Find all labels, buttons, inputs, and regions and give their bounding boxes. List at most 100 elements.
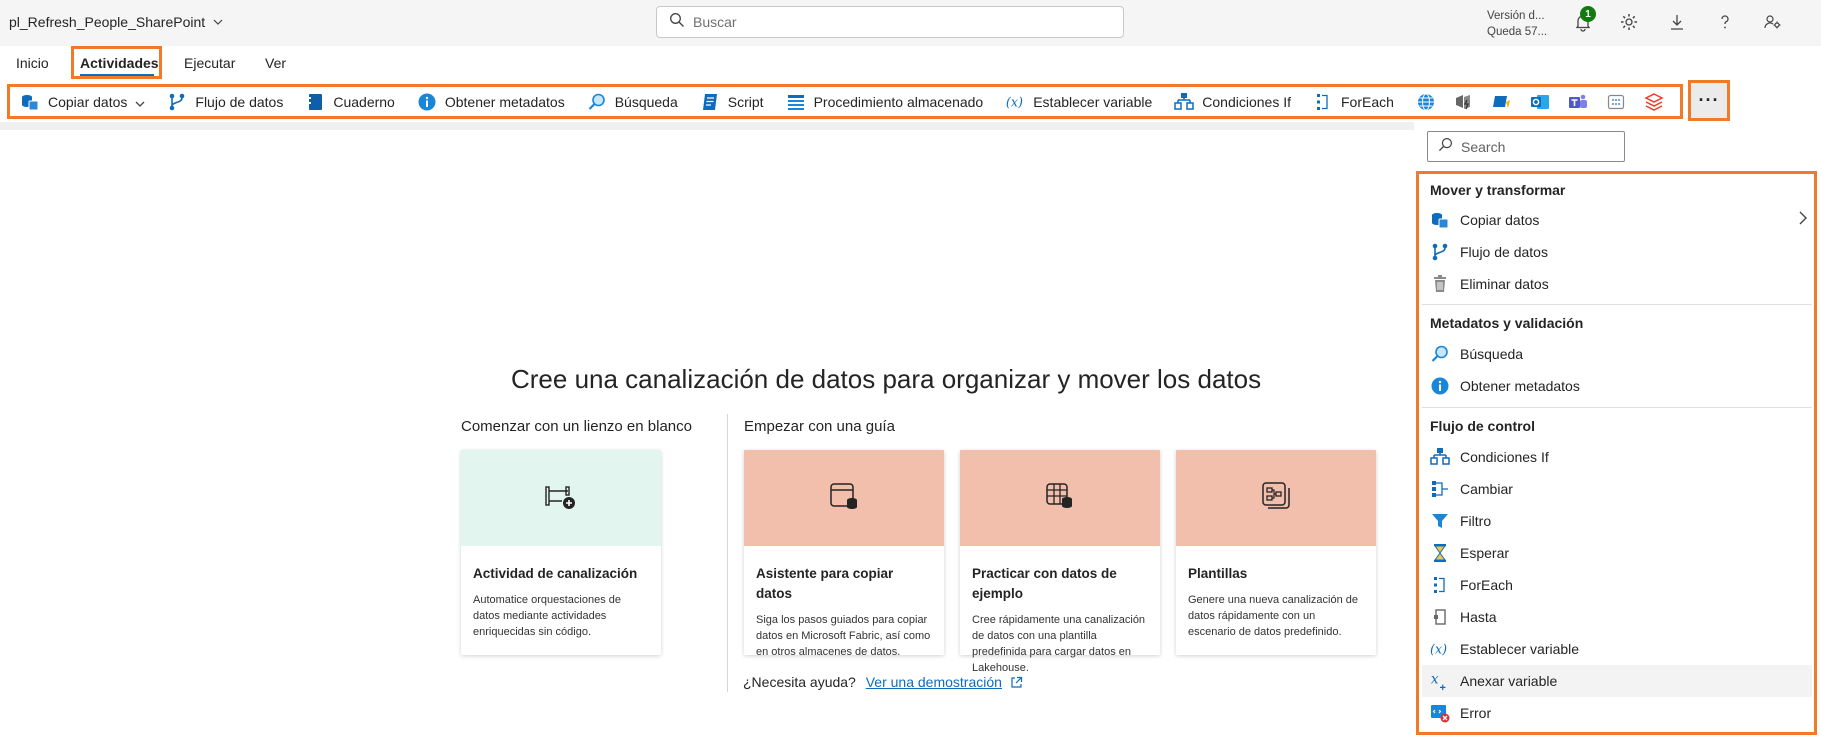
group-separator bbox=[1422, 304, 1812, 305]
pane-item-label: Condiciones If bbox=[1460, 449, 1549, 465]
card-sample-data[interactable]: Practicar con datos de ejemplo Cree rápi… bbox=[960, 450, 1160, 674]
pipeline-title[interactable]: pl_Refresh_People_SharePoint bbox=[9, 14, 223, 30]
demo-link[interactable]: Ver una demostración bbox=[866, 674, 1002, 690]
toolbar-if-condition[interactable]: Condiciones If bbox=[1174, 92, 1291, 112]
card-art bbox=[744, 450, 944, 546]
lookup-icon bbox=[1430, 344, 1450, 364]
pane-item-label: Obtener metadatos bbox=[1460, 378, 1580, 394]
pipeline-title-text: pl_Refresh_People_SharePoint bbox=[9, 14, 206, 30]
toolbar-script-label: Script bbox=[727, 93, 764, 110]
toolbar-stored-procedure[interactable]: Procedimiento almacenado bbox=[786, 92, 984, 112]
activities-search-input[interactable] bbox=[1461, 138, 1611, 155]
hourglass-icon bbox=[1430, 543, 1450, 563]
version-info[interactable]: Versión d... Queda 57... bbox=[1487, 8, 1547, 40]
filter-icon bbox=[1430, 511, 1450, 531]
toolbar-script[interactable]: Script bbox=[700, 92, 764, 112]
tab-highlight-box bbox=[71, 46, 162, 79]
toolbar-dataflow[interactable]: Flujo de datos bbox=[167, 92, 283, 112]
pane-item-if-condition[interactable]: Condiciones If bbox=[1422, 441, 1812, 473]
pane-item-label: Hasta bbox=[1460, 609, 1497, 625]
outlook-icon[interactable] bbox=[1530, 92, 1550, 112]
dataflow-icon bbox=[1430, 242, 1450, 262]
error-icon bbox=[1430, 703, 1450, 723]
pane-item-switch[interactable]: Cambiar bbox=[1422, 473, 1812, 505]
pane-item-copy-data[interactable]: Copiar datos bbox=[1422, 204, 1812, 236]
toolbar-if-condition-label: Condiciones If bbox=[1202, 93, 1291, 110]
pane-item-label: Establecer variable bbox=[1460, 641, 1580, 657]
toolbar-get-metadata[interactable]: Obtener metadatos bbox=[417, 92, 565, 112]
share-people-icon[interactable] bbox=[1761, 10, 1785, 34]
global-search[interactable] bbox=[656, 6, 1124, 38]
sample-data-icon bbox=[1044, 480, 1076, 517]
if-condition-icon bbox=[1430, 447, 1450, 467]
global-search-input[interactable] bbox=[693, 14, 1093, 30]
help-icon[interactable] bbox=[1713, 10, 1737, 34]
card-title: Actividad de canalización bbox=[473, 566, 638, 581]
external-link-icon bbox=[1010, 676, 1023, 692]
teams-icon[interactable] bbox=[1568, 92, 1588, 112]
card-copy-assistant[interactable]: Asistente para copiar datos Siga los pas… bbox=[744, 450, 944, 658]
blank-canvas-heading: Comenzar con un lienzo en blanco bbox=[461, 418, 692, 435]
card-description: Automatice orquestaciones de datos media… bbox=[473, 594, 621, 638]
toolbar-stored-procedure-label: Procedimiento almacenado bbox=[813, 93, 984, 110]
web-icon[interactable] bbox=[1416, 92, 1436, 112]
chevron-down-icon bbox=[213, 17, 223, 28]
group-metadata-validation: Metadatos y validación bbox=[1430, 315, 1584, 331]
tab-inicio[interactable]: Inicio bbox=[16, 55, 49, 71]
pane-item-delete-data[interactable]: Eliminar datos bbox=[1422, 268, 1812, 300]
tab-ejecutar[interactable]: Ejecutar bbox=[184, 55, 235, 71]
tab-ver[interactable]: Ver bbox=[265, 55, 286, 71]
pane-item-dataflow[interactable]: Flujo de datos bbox=[1422, 236, 1812, 268]
toolbar-copy-data[interactable]: Copiar datos bbox=[20, 92, 145, 112]
ribbon-tabs: Inicio Actividades Ejecutar Ver bbox=[0, 46, 1821, 80]
more-activities-button[interactable]: ··· bbox=[1688, 80, 1730, 121]
activities-pane: Mover y transformar Copiar datos Flujo d… bbox=[1416, 171, 1817, 735]
azure-function-icon[interactable] bbox=[1492, 92, 1512, 112]
pane-item-get-metadata[interactable]: Obtener metadatos bbox=[1422, 370, 1812, 402]
toolbar-get-metadata-label: Obtener metadatos bbox=[444, 93, 565, 110]
copy-data-icon bbox=[20, 92, 40, 112]
toolbar-copy-data-label: Copiar datos bbox=[48, 93, 128, 110]
pane-item-label: Error bbox=[1460, 705, 1492, 721]
databricks-icon[interactable] bbox=[1644, 92, 1664, 112]
card-art bbox=[1176, 450, 1376, 546]
toolbar-lookup[interactable]: Búsqueda bbox=[587, 92, 678, 112]
group-control-flow: Flujo de control bbox=[1430, 418, 1535, 434]
pane-item-lookup[interactable]: Búsqueda bbox=[1422, 338, 1812, 370]
toolbar-foreach[interactable]: ForEach bbox=[1313, 92, 1394, 112]
copy-assistant-icon bbox=[828, 480, 860, 517]
activities-search[interactable] bbox=[1427, 131, 1625, 162]
card-templates[interactable]: Plantillas Genere una nueva canalización… bbox=[1176, 450, 1376, 655]
script-icon bbox=[700, 92, 720, 112]
pane-item-label: Eliminar datos bbox=[1460, 276, 1549, 292]
toolbar-notebook[interactable]: Cuaderno bbox=[305, 92, 395, 112]
svg-text:(x): (x) bbox=[1006, 94, 1023, 109]
webhook-icon[interactable] bbox=[1454, 92, 1474, 112]
chevron-right-icon bbox=[1798, 210, 1808, 229]
card-title: Practicar con datos de ejemplo bbox=[972, 566, 1117, 601]
pane-item-error[interactable]: Error bbox=[1422, 697, 1812, 729]
pane-item-until[interactable]: Hasta bbox=[1422, 601, 1812, 633]
pane-item-set-variable[interactable]: (x) Establecer variable bbox=[1422, 633, 1812, 665]
pane-item-foreach[interactable]: ForEach bbox=[1422, 569, 1812, 601]
pane-item-wait[interactable]: Esperar bbox=[1422, 537, 1812, 569]
pane-item-label: Copiar datos bbox=[1460, 212, 1540, 228]
canvas-top-edge bbox=[0, 122, 1414, 130]
copy-data-icon bbox=[1430, 210, 1450, 230]
toolbar-set-variable-label: Establecer variable bbox=[1033, 93, 1153, 110]
toolbar-set-variable[interactable]: (x) Establecer variable bbox=[1005, 92, 1152, 112]
card-pipeline-activity[interactable]: Actividad de canalización Automatice orq… bbox=[461, 450, 661, 655]
card-title: Plantillas bbox=[1188, 566, 1248, 581]
download-icon[interactable] bbox=[1665, 10, 1689, 34]
grid-icon[interactable] bbox=[1606, 92, 1626, 112]
pane-item-label: Anexar variable bbox=[1460, 673, 1558, 689]
pane-item-filter[interactable]: Filtro bbox=[1422, 505, 1812, 537]
pane-item-append-variable[interactable]: x Anexar variable bbox=[1422, 665, 1812, 697]
card-art bbox=[960, 450, 1160, 546]
variable-icon: (x) bbox=[1430, 639, 1450, 659]
pane-item-label: Flujo de datos bbox=[1460, 244, 1548, 260]
toolbar-lookup-label: Búsqueda bbox=[614, 93, 678, 110]
trash-icon bbox=[1430, 274, 1450, 294]
until-icon bbox=[1430, 607, 1450, 627]
gear-icon[interactable] bbox=[1617, 10, 1641, 34]
